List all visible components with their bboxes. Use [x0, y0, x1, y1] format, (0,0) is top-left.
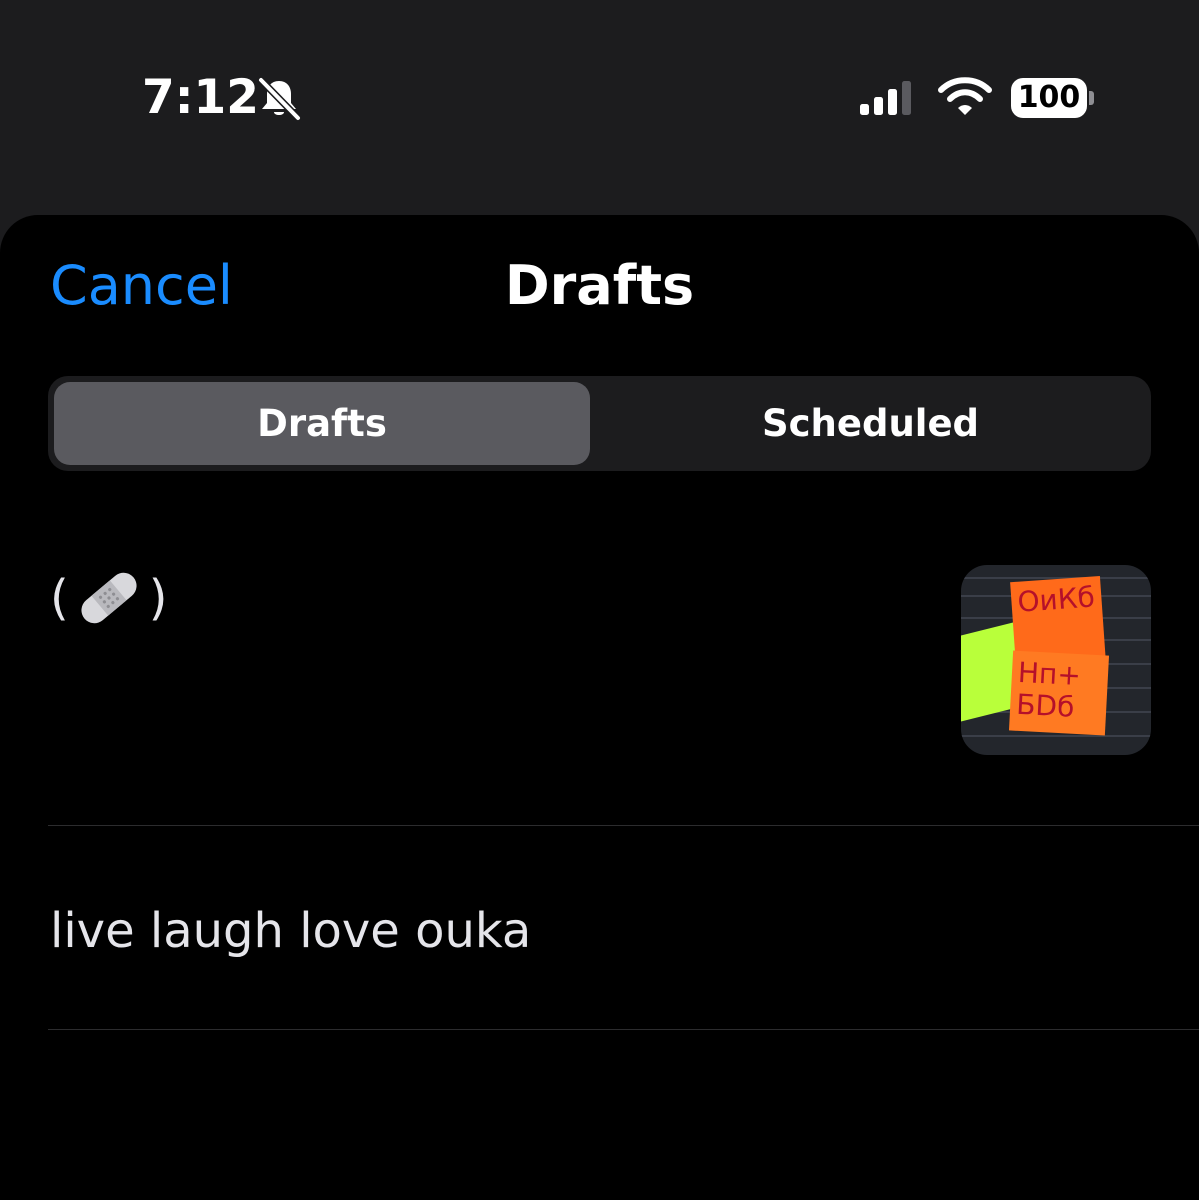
draft-thumbnail: ОиКб Нп+ БDб: [961, 565, 1151, 755]
draft-text: ( ): [50, 563, 167, 633]
draft-text: live laugh love ouka: [50, 903, 532, 959]
thumbnail-texture: [961, 735, 1151, 737]
divider: [48, 1029, 1199, 1030]
status-time: 7:12: [142, 70, 259, 125]
battery-cap: [1089, 91, 1094, 105]
cellular-signal-icon: [860, 81, 911, 115]
battery-icon: 100: [1011, 78, 1087, 118]
wifi-icon: [938, 77, 992, 115]
battery-level: 100: [1017, 80, 1081, 115]
draft-item[interactable]: live laugh love ouka: [0, 826, 1199, 1028]
tab-drafts[interactable]: Drafts: [54, 382, 590, 465]
cancel-button[interactable]: Cancel: [50, 253, 233, 319]
adhesive-bandage-icon: [81, 572, 137, 624]
tab-scheduled[interactable]: Scheduled: [596, 382, 1145, 465]
draft-text-close: ): [148, 570, 168, 626]
orange-sticky-note: Нп+ БDб: [1008, 650, 1110, 736]
bell-slash-icon: [257, 76, 302, 122]
status-bar: 7:12 100: [0, 0, 1199, 200]
draft-text-open: (: [50, 570, 69, 626]
draft-item[interactable]: ( ) ОиКб Нп+ БDб: [0, 535, 1199, 825]
segmented-control: Drafts Scheduled: [48, 376, 1151, 471]
drafts-sheet: Drafts Cancel Drafts Scheduled () ОиКб …: [0, 215, 1199, 1200]
